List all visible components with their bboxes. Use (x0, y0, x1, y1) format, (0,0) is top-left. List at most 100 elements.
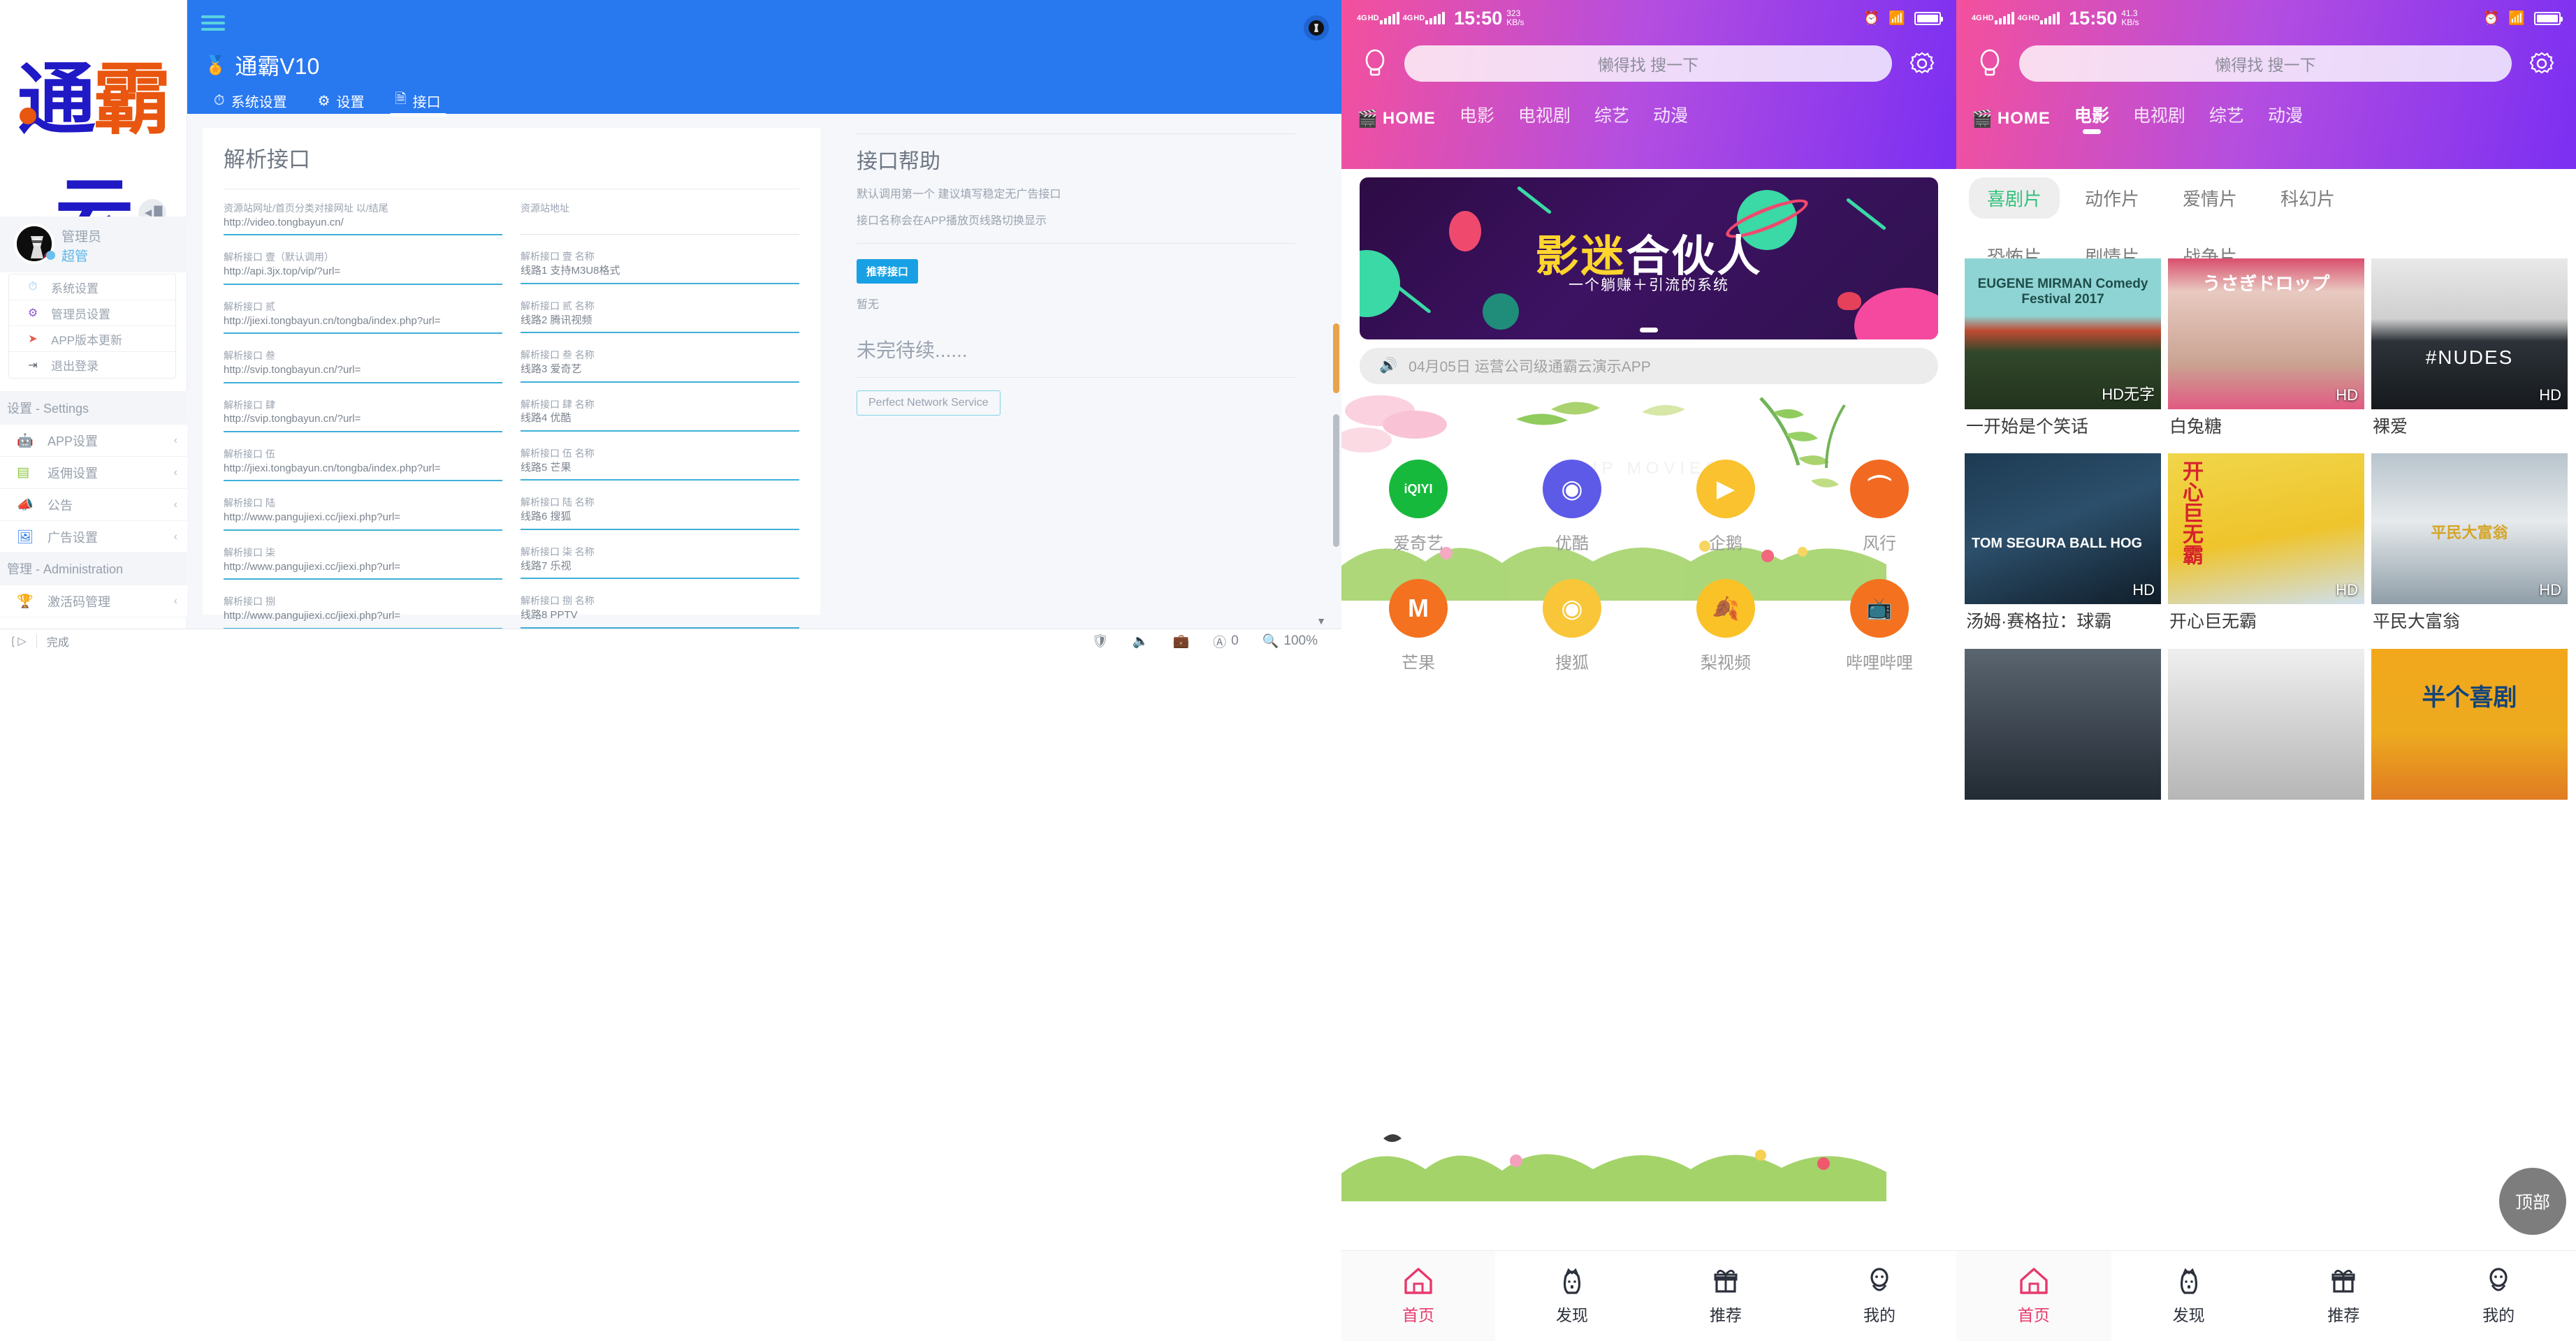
field-value[interactable]: http://api.3jx.top/vip/?url= (224, 264, 502, 285)
movie-card[interactable] (2168, 648, 2364, 800)
tab-variety[interactable]: 综艺 (2209, 102, 2244, 135)
tab-anime[interactable]: 动漫 (1653, 102, 1688, 135)
movie-card[interactable]: EUGENE MIRMAN Comedy Festival 2017 HD无字 … (1965, 258, 2161, 448)
bulb-icon[interactable] (1974, 48, 2005, 79)
quick-menu-item-system[interactable]: ⏱ 系统设置 (9, 274, 175, 300)
sidebar-item-activation-codes[interactable]: 🏆 激活码管理 ‹ (0, 585, 187, 617)
sound-icon[interactable]: 🔈 (1133, 633, 1149, 650)
movie-card[interactable]: 平民大富翁 HD 平民大富翁 (2371, 453, 2568, 643)
field-value[interactable]: http://svip.tongbayun.cn/?url= (224, 411, 502, 432)
sidebar-item-app-settings[interactable]: 🤖 APP设置 ‹ (0, 425, 187, 457)
tab-discover[interactable]: 发现 (1495, 1251, 1649, 1341)
app-shortcut-funshion[interactable]: ⏜ 风行 (1803, 447, 1956, 566)
movie-card[interactable]: TOM SEGURA BALL HOG HD 汤姆·赛格拉：球霸 (1965, 453, 2161, 643)
tab-label: 设置 (336, 94, 365, 110)
bulb-icon[interactable] (1360, 48, 1390, 79)
category-action[interactable]: 动作片 (2067, 177, 2157, 219)
movie-card[interactable]: 半个喜剧 (2371, 648, 2568, 800)
field-value[interactable]: http://svip.tongbayun.cn/?url= (224, 362, 502, 383)
tab-mine[interactable]: 我的 (1803, 1251, 1956, 1341)
quick-menu-item-logout[interactable]: ⇥ 退出登录 (9, 352, 175, 378)
app-shortcut-iqiyi[interactable]: iQIYI 爱奇艺 (1341, 447, 1495, 566)
tab-tvshows[interactable]: 电视剧 (1518, 102, 1571, 135)
category-scifi[interactable]: 科幻片 (2262, 177, 2353, 219)
home-badge[interactable]: 🎬 HOME (1972, 109, 2051, 129)
tab-home[interactable]: 首页 (1956, 1251, 2111, 1341)
movie-card[interactable] (1965, 648, 2161, 800)
tab-recommend[interactable]: 推荐 (1649, 1251, 1803, 1341)
tab-mine[interactable]: 我的 (2421, 1251, 2576, 1341)
promo-banner[interactable]: 影迷合伙人 一个躺赚＋引流的系统 (1360, 177, 1938, 339)
field-value[interactable]: 线路1 支持M3U8格式 (521, 263, 799, 284)
field-value[interactable]: 线路7 乐视 (521, 559, 799, 580)
hamburger-icon[interactable] (201, 15, 225, 34)
field-value[interactable]: 线路3 爱奇艺 (521, 362, 799, 383)
field-value[interactable] (521, 215, 799, 235)
category-comedy[interactable]: 喜剧片 (1969, 177, 2060, 219)
tab-system-settings[interactable]: ⏱ 系统设置 (201, 87, 300, 114)
chevron-down-icon[interactable]: ▼ (1316, 615, 1326, 626)
play-icon[interactable]: ❲▷ (8, 634, 27, 648)
scrollbar-thumb[interactable] (1333, 414, 1339, 547)
field-value[interactable]: http://www.pangujiexi.cc/jiexi.php?url= (224, 510, 502, 531)
home-icon (1404, 1268, 1432, 1294)
movie-card[interactable]: #NUDES HD 裸爱 (2371, 258, 2568, 448)
field-group: 解析接口 伍 名称 线路5 芒果 (521, 447, 799, 481)
field-value[interactable]: http://jiexi.tongbayun.cn/tongba/index.p… (224, 461, 502, 482)
gear-icon[interactable] (1906, 47, 1938, 80)
tab-interface[interactable]: 🗎 接口 (383, 87, 453, 117)
quick-menu-item-update[interactable]: ➤ APP版本更新 (9, 326, 175, 352)
category-romance[interactable]: 爱情片 (2164, 177, 2255, 219)
tab-settings[interactable]: ⚙ 设置 (305, 87, 377, 114)
zoom-icon[interactable]: 🔍 100% (1262, 633, 1318, 650)
field-value[interactable]: 线路4 优酷 (521, 411, 799, 432)
field-value[interactable]: http://www.pangujiexi.cc/jiexi.php?url= (224, 608, 502, 629)
tab-movies[interactable]: 电影 (2074, 102, 2109, 135)
gear-icon[interactable] (2526, 47, 2558, 80)
app-shortcut-youku[interactable]: ◉ 优酷 (1495, 447, 1649, 566)
scrollbar-thumb-orange[interactable] (1333, 323, 1339, 393)
logo-char-1: 通 (17, 54, 96, 145)
recommended-interface-button[interactable]: 推荐接口 (857, 259, 919, 284)
field-value[interactable]: http://jiexi.tongbayun.cn/tongba/index.p… (224, 314, 502, 335)
sidebar-item-ads[interactable]: 🖼 广告设置 ‹ (0, 521, 187, 553)
sidebar-item-label: APP设置 (48, 434, 99, 448)
field-value[interactable]: http://video.tongbayun.cn/ (224, 215, 502, 236)
tab-discover[interactable]: 发现 (2111, 1251, 2266, 1341)
field-value[interactable]: 线路2 腾讯视频 (521, 313, 799, 334)
window-avatar-button[interactable] (1304, 15, 1329, 41)
home-badge[interactable]: 🎬 HOME (1357, 109, 1436, 129)
field-value[interactable]: 线路5 芒果 (521, 460, 799, 481)
tab-label: 接口 (412, 94, 441, 110)
movie-card[interactable]: 开心巨无霸 HD 开心巨无霸 (2168, 453, 2364, 643)
field-value[interactable]: 线路8 PPTV (521, 608, 799, 629)
scroll-to-top-button[interactable]: 顶部 (2499, 1168, 2566, 1235)
clock: 15:50 (2069, 7, 2118, 29)
search-input[interactable]: 懒得找 搜一下 (1404, 45, 1892, 82)
sidebar-item-announcement[interactable]: 📣 公告 ‹ (0, 489, 187, 521)
app-shortcut-pearvideo[interactable]: 🍂 梨视频 (1649, 566, 1803, 686)
sidebar-item-commission[interactable]: ▤ 返佣设置 ‹ (0, 457, 187, 489)
field-value[interactable]: http://www.pangujiexi.cc/jiexi.php?url= (224, 559, 502, 580)
field-group: 解析接口 肆 名称 线路4 优酷 (521, 398, 799, 432)
notice-bar[interactable]: 🔊 04月05日 运营公司级通霸云演示APP (1360, 348, 1938, 384)
movie-card[interactable]: うさぎドロップ HD 白兔糖 (2168, 258, 2364, 448)
shield-icon[interactable]: 🛡 (1092, 633, 1109, 650)
app-title-row: 🏅 通霸V10 (204, 49, 319, 81)
tab-variety[interactable]: 综艺 (1594, 102, 1629, 135)
adblock-icon[interactable]: Ⓐ 0 (1213, 632, 1239, 651)
app-shortcut-mango[interactable]: M 芒果 (1341, 566, 1495, 686)
search-input[interactable]: 懒得找 搜一下 (2019, 45, 2512, 82)
tab-movies[interactable]: 电影 (1460, 102, 1494, 135)
tab-anime[interactable]: 动漫 (2268, 102, 2303, 135)
quick-menu-item-admin[interactable]: ⚙ 管理员设置 (9, 300, 175, 326)
tab-home[interactable]: 首页 (1341, 1251, 1495, 1341)
app-shortcut-sohu[interactable]: ◉ 搜狐 (1495, 566, 1649, 686)
toolbox-icon[interactable]: 💼 (1172, 633, 1189, 650)
screenshot-root: 通霸云 ◄█ V 管理员 (0, 0, 2576, 1341)
app-shortcut-qq[interactable]: ▶ 企鹅 (1649, 447, 1803, 566)
field-value[interactable]: 线路6 搜狐 (521, 509, 799, 530)
app-shortcut-bilibili[interactable]: 📺 哔哩哔哩 (1803, 566, 1956, 686)
tab-recommend[interactable]: 推荐 (2266, 1251, 2422, 1341)
tab-tvshows[interactable]: 电视剧 (2133, 102, 2185, 135)
